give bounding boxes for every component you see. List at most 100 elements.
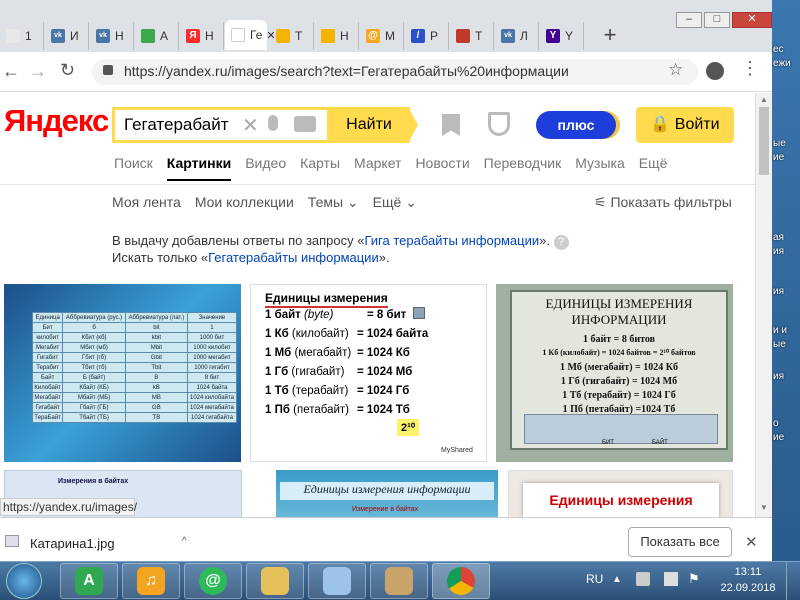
shield-icon[interactable]	[488, 112, 510, 136]
notice-link[interactable]: Гига терабайты информации	[364, 233, 539, 248]
tab-favicon-icon: vk	[51, 29, 65, 43]
img2-brand: MyShared	[441, 447, 473, 454]
service-1[interactable]: Картинки	[166, 155, 232, 181]
service-7[interactable]: Музыка	[575, 155, 625, 171]
forward-icon[interactable]: →	[29, 61, 47, 82]
close-window-button[interactable]: ✕	[732, 12, 772, 28]
back-icon[interactable]: ←	[2, 61, 20, 82]
reload-icon[interactable]: ↻	[60, 60, 75, 81]
plus-button[interactable]: плюс	[536, 111, 616, 139]
desktop-icon-label[interactable]: ежи	[773, 58, 791, 69]
show-desktop-button[interactable]	[786, 562, 800, 600]
tab-7[interactable]: Т	[270, 22, 314, 50]
subnav-item-0[interactable]: Моя лента	[112, 194, 181, 210]
show-all-button[interactable]: Показать все	[628, 527, 732, 557]
sub-nav: Моя лента Мои коллекции Темы ⌄ Ещё ⌄	[112, 194, 431, 211]
taskbar-app-7[interactable]	[432, 563, 490, 599]
star-icon[interactable]: ☆	[668, 60, 683, 80]
clock-date[interactable]: 22.09.2018	[718, 582, 778, 594]
desktop-icon-label[interactable]: ия	[773, 246, 784, 257]
image-result-3[interactable]: ЕДИНИЦЫ ИЗМЕРЕНИЯ ИНФОРМАЦИИ 1 байт = 8 …	[496, 284, 733, 462]
close-downloads-icon[interactable]: ✕	[745, 533, 758, 551]
menu-icon[interactable]: ⋮	[741, 58, 759, 79]
service-8[interactable]: Ещё	[639, 155, 668, 171]
only-link[interactable]: Гегатерабайты информации	[208, 250, 379, 265]
tab-favicon-icon	[6, 29, 20, 43]
tab-3[interactable]: vk Н	[90, 22, 134, 50]
desktop-icon-label[interactable]: ия	[773, 286, 784, 297]
yandex-logo[interactable]: Яндекс	[4, 103, 109, 139]
scroll-up-icon[interactable]: ▲	[760, 95, 768, 104]
desktop-icon-label[interactable]: и и	[773, 325, 787, 336]
browser-window: 1 vk Иvk Н A Я Н Ге ✕ Т Н @ М / Р Тvk Л Y Y + – □ ✕ ← → ↻ …	[0, 0, 772, 561]
service-6[interactable]: Переводчик	[484, 155, 562, 171]
find-button[interactable]: Найти	[328, 107, 410, 143]
url-text[interactable]: https://yandex.ru/images/search?text=Гег…	[124, 63, 569, 79]
language-indicator[interactable]: RU	[586, 572, 603, 586]
taskbar-app-4[interactable]	[246, 563, 304, 599]
new-tab-button[interactable]: +	[596, 22, 624, 50]
service-4[interactable]: Маркет	[354, 155, 401, 171]
tab-10[interactable]: / Р	[405, 22, 449, 50]
scroll-thumb[interactable]	[759, 107, 769, 175]
subnav-item-3[interactable]: Ещё ⌄	[373, 194, 417, 210]
tab-1[interactable]: 1	[0, 22, 44, 50]
image-result-2[interactable]: Единицы измерения 1 байт (byte) = 8 бит 1 …	[250, 284, 487, 462]
show-filters-button[interactable]: ⚟ Показать фильтры	[594, 194, 732, 211]
subnav-item-2[interactable]: Темы ⌄	[308, 194, 359, 210]
image-result-1[interactable]: Единица Аббревиатура (рус.) Аббревиатура (…	[4, 284, 241, 462]
maximize-button[interactable]: □	[704, 12, 730, 28]
taskbar-app-6[interactable]	[370, 563, 428, 599]
service-2[interactable]: Видео	[245, 155, 286, 171]
chevron-up-icon[interactable]: ^	[182, 536, 187, 547]
desktop-icon-label[interactable]: ия	[773, 371, 784, 382]
scrollbar[interactable]: ▲ ▼	[755, 93, 772, 517]
taskbar-app-1[interactable]: A	[60, 563, 118, 599]
lock-icon[interactable]	[103, 65, 113, 75]
subnav-item-1[interactable]: Мои коллекции	[195, 194, 294, 210]
unit-name: 1 Гб	[265, 366, 292, 378]
network-icon[interactable]	[664, 572, 678, 586]
download-filename[interactable]: Катарина1.jpg	[30, 536, 115, 551]
taskbar-app-5[interactable]	[308, 563, 366, 599]
unit-desc: (петабайт)	[293, 404, 349, 416]
desktop-icon-label[interactable]: ая	[773, 232, 784, 243]
tab-4[interactable]: A	[135, 22, 179, 50]
service-5[interactable]: Новости	[415, 155, 469, 171]
desktop-icon-label[interactable]: ие	[773, 152, 784, 163]
tab-11[interactable]: Т	[450, 22, 494, 50]
taskbar-app-2[interactable]: ♫	[122, 563, 180, 599]
usb-icon[interactable]	[636, 572, 650, 586]
table-cell: B	[124, 372, 188, 383]
login-button[interactable]: 🔒 Войти	[636, 107, 734, 143]
image-file-icon	[5, 535, 19, 547]
camera-icon[interactable]	[294, 116, 316, 132]
service-3[interactable]: Карты	[300, 155, 340, 171]
microphone-icon[interactable]	[268, 115, 278, 131]
flag-icon[interactable]: ⚑	[688, 571, 700, 587]
desktop-icon-label[interactable]: ые	[773, 339, 786, 350]
desktop-icon-label[interactable]: ие	[773, 432, 784, 443]
tab-5[interactable]: ЯН	[180, 22, 224, 50]
minimize-button[interactable]: –	[676, 12, 702, 28]
table-cell: kB	[124, 382, 188, 393]
clock-time[interactable]: 13:11	[730, 566, 766, 578]
tab-6[interactable]: Ге ✕	[225, 20, 276, 50]
tab-9[interactable]: @ М	[360, 22, 404, 50]
desktop-icon-label[interactable]: о	[773, 418, 779, 429]
tab-8[interactable]: Н	[315, 22, 359, 50]
tab-2[interactable]: vk И	[45, 22, 89, 50]
tab-13[interactable]: YY	[540, 22, 584, 50]
tray-expand-icon[interactable]: ▲	[612, 574, 622, 585]
desktop-icon-label[interactable]: ые	[773, 138, 786, 149]
clear-icon[interactable]: ✕	[242, 113, 259, 138]
desktop-icon-label[interactable]: ес	[773, 44, 784, 55]
taskbar-app-3[interactable]: @	[184, 563, 242, 599]
scroll-down-icon[interactable]: ▼	[760, 503, 768, 512]
start-button[interactable]	[6, 563, 42, 599]
profile-icon[interactable]	[706, 62, 724, 80]
tab-12[interactable]: vk Л	[495, 22, 539, 50]
search-input[interactable]: Гегатерабайт	[124, 115, 236, 135]
service-0[interactable]: Поиск	[114, 155, 153, 171]
help-icon[interactable]: ?	[553, 235, 569, 250]
